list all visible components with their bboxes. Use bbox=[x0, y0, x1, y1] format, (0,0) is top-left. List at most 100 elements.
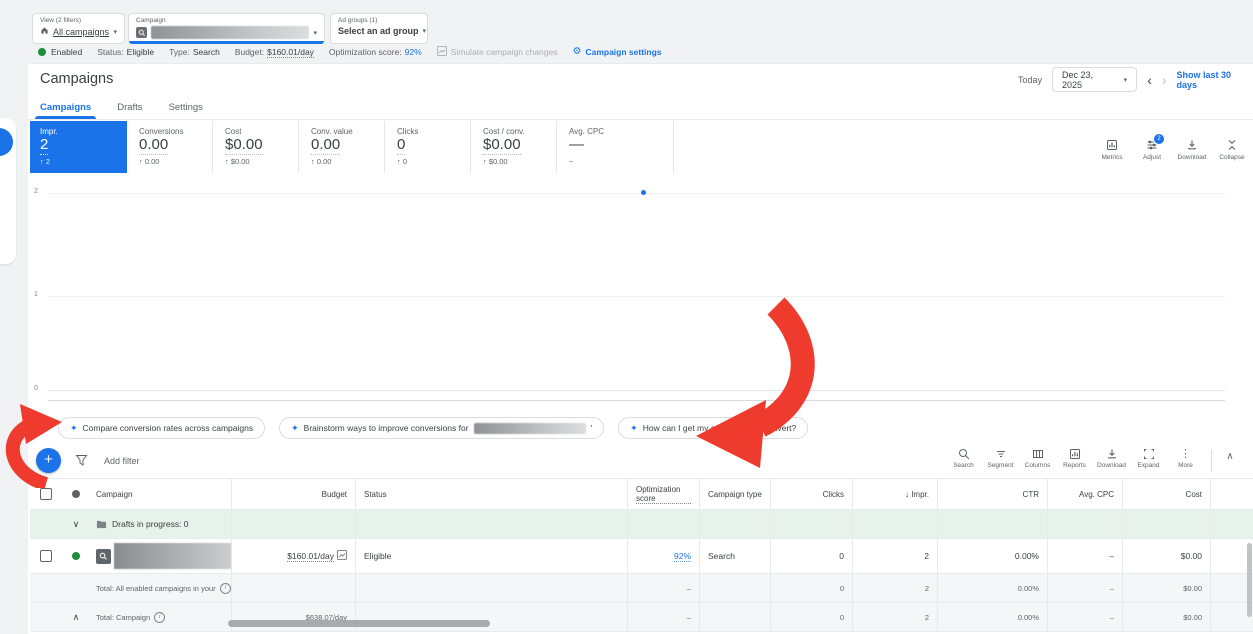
scorecard-value: — bbox=[569, 136, 584, 154]
info-icon[interactable]: i bbox=[154, 612, 165, 623]
chevron-up-icon[interactable]: ∧ bbox=[73, 612, 80, 623]
header-campaign-type[interactable]: Campaign type bbox=[699, 479, 770, 509]
select-all-checkbox[interactable] bbox=[40, 488, 52, 500]
chip-compare-conversion-rates[interactable]: ✦ Compare conversion rates across campai… bbox=[58, 417, 265, 439]
campaign-impressions-value: 2 bbox=[852, 539, 937, 573]
simulate-campaign-changes-button[interactable]: Simulate campaign changes bbox=[437, 46, 558, 58]
campaign-opt-score-link[interactable]: 92% bbox=[674, 551, 691, 562]
scorecard-value: 2 bbox=[40, 136, 48, 155]
enabled-status-dot bbox=[72, 552, 80, 560]
header-impressions-sorted[interactable]: ↓ Impr. bbox=[852, 479, 937, 509]
gear-icon: ⚙ bbox=[572, 47, 581, 57]
header-ctr[interactable]: CTR bbox=[937, 479, 1047, 509]
nav-accent-dot bbox=[0, 128, 13, 156]
segment-tool-button[interactable]: Segment bbox=[982, 448, 1019, 469]
add-filter-button[interactable]: Add filter bbox=[104, 456, 140, 466]
expand-icon bbox=[1130, 448, 1167, 460]
scorecard-label: Cost / conv. bbox=[483, 127, 544, 136]
collapse-chart-button[interactable]: Collapse bbox=[1214, 139, 1250, 161]
scorecard-impressions[interactable]: Impr. 2 ↑ 2 bbox=[30, 121, 127, 173]
header-optimization-score[interactable]: Optimization score bbox=[636, 485, 691, 504]
reports-tool-button[interactable]: Reports bbox=[1056, 448, 1093, 469]
campaign-settings-label: Campaign settings bbox=[585, 47, 661, 57]
tool-label: Reports bbox=[1056, 462, 1093, 469]
folder-icon bbox=[96, 519, 107, 530]
download-chart-button[interactable]: Download bbox=[1174, 139, 1210, 161]
collapsed-nav-panel[interactable] bbox=[0, 118, 16, 264]
info-icon[interactable]: i bbox=[220, 583, 231, 594]
scorecard-cost[interactable]: Cost $0.00 ↑ $0.00 bbox=[213, 121, 299, 173]
header-budget[interactable]: Budget bbox=[231, 479, 355, 509]
opt-score-value[interactable]: 92% bbox=[405, 47, 422, 57]
campaign-type-value: Search bbox=[699, 539, 770, 573]
tab-campaigns[interactable]: Campaigns bbox=[40, 102, 91, 119]
horizontal-scrollbar[interactable] bbox=[228, 620, 490, 627]
chevron-down-icon: ▾ bbox=[423, 27, 427, 35]
header-cost[interactable]: Cost bbox=[1122, 479, 1210, 509]
tool-label: More bbox=[1167, 462, 1204, 469]
header-status[interactable]: Status bbox=[355, 479, 627, 509]
active-selector-underline bbox=[129, 41, 324, 44]
next-date-button[interactable]: › bbox=[1162, 73, 1167, 87]
simulate-icon bbox=[437, 46, 447, 58]
total-campaign-avg-cpc: – bbox=[1047, 603, 1122, 631]
total-campaign-row: ∧ Total: Campaign i $638.07/day – 0 2 0.… bbox=[30, 603, 1253, 632]
adjust-button[interactable]: 2 Adjust bbox=[1134, 139, 1170, 161]
campaign-settings-button[interactable]: ⚙ Campaign settings bbox=[572, 47, 661, 57]
chevron-down-icon: ▾ bbox=[1124, 76, 1128, 84]
campaign-row[interactable]: $160.01/day Eligible 92% Search 0 2 0.00… bbox=[30, 539, 1253, 574]
type-label: Type: bbox=[169, 47, 190, 57]
total-enabled-cost: $0.00 bbox=[1122, 574, 1210, 602]
columns-tool-button[interactable]: Columns bbox=[1019, 448, 1056, 469]
header-campaign[interactable]: Campaign bbox=[90, 479, 231, 509]
chip-brainstorm-ways[interactable]: ✦ Brainstorm ways to improve conversions… bbox=[279, 417, 604, 439]
total-campaign-ctr: 0.00% bbox=[937, 603, 1047, 631]
simulate-label: Simulate campaign changes bbox=[451, 47, 558, 57]
status-filter-dot[interactable] bbox=[72, 490, 80, 498]
scorecard-clicks[interactable]: Clicks 0 ↑ 0 bbox=[385, 121, 471, 173]
enabled-label: Enabled bbox=[51, 47, 82, 57]
scorecard-avg-cpc[interactable]: Avg. CPC — – bbox=[557, 121, 674, 173]
header-clicks[interactable]: Clicks bbox=[770, 479, 852, 509]
impressions-data-point[interactable] bbox=[641, 190, 646, 195]
campaigns-tabs: Campaigns Drafts Settings bbox=[40, 102, 203, 119]
campaigns-table: Campaign Budget Status Optimization scor… bbox=[30, 479, 1253, 632]
scorecard-conversions[interactable]: Conversions 0.00 ↑ 0.00 bbox=[127, 121, 213, 173]
gridline bbox=[48, 296, 1225, 297]
drafts-in-progress-row[interactable]: ∨ Drafts in progress: 0 bbox=[30, 510, 1253, 539]
row-checkbox[interactable] bbox=[40, 550, 52, 562]
search-tool-button[interactable]: Search bbox=[945, 448, 982, 469]
date-picker[interactable]: Dec 23, 2025 ▾ bbox=[1052, 67, 1137, 92]
add-campaign-button[interactable]: + bbox=[36, 448, 61, 473]
campaign-type-icon bbox=[136, 27, 147, 38]
scorecard-cost-per-conv[interactable]: Cost / conv. $0.00 ↑ $0.00 bbox=[471, 121, 557, 173]
budget-value[interactable]: $160.01/day bbox=[267, 47, 314, 58]
sparkle-icon: ✦ bbox=[70, 423, 78, 434]
chevron-down-icon[interactable]: ∨ bbox=[73, 519, 80, 530]
collapse-toolbar-button[interactable]: ∧ bbox=[1219, 451, 1241, 462]
performance-chart: 2 1 0 bbox=[28, 173, 1253, 416]
tool-label: Segment bbox=[982, 462, 1019, 469]
more-tool-button[interactable]: ⋮ More bbox=[1167, 448, 1204, 469]
show-last-30-days-link[interactable]: Show last 30 days bbox=[1177, 70, 1253, 90]
scorecard-delta: ↑ 2 bbox=[40, 157, 115, 166]
redacted-campaign-name[interactable] bbox=[114, 543, 231, 569]
tabs-divider bbox=[28, 119, 1253, 120]
left-nav-strip bbox=[0, 0, 28, 634]
ad-group-selector-dropdown[interactable]: Ad groups (1) Select an ad group ▾ bbox=[330, 13, 428, 44]
view-filter-dropdown[interactable]: View (2 filters) All campaigns ▾ bbox=[32, 13, 125, 44]
previous-date-button[interactable]: ‹ bbox=[1147, 73, 1152, 87]
scorecard-value: $0.00 bbox=[483, 136, 521, 155]
expand-tool-button[interactable]: Expand bbox=[1130, 448, 1167, 469]
metrics-button[interactable]: Metrics bbox=[1094, 139, 1130, 161]
tab-drafts[interactable]: Drafts bbox=[117, 102, 142, 119]
vertical-scrollbar[interactable] bbox=[1247, 543, 1252, 617]
campaign-selector-dropdown[interactable]: Campaign ▾ bbox=[128, 13, 325, 44]
filter-funnel-icon[interactable] bbox=[75, 454, 88, 472]
scorecard-conv-value[interactable]: Conv. value 0.00 ↑ 0.00 bbox=[299, 121, 385, 173]
campaign-budget-value[interactable]: $160.01/day bbox=[287, 551, 334, 562]
tab-settings[interactable]: Settings bbox=[169, 102, 203, 119]
download-tool-button[interactable]: Download bbox=[1093, 448, 1130, 469]
chip-how-can-campaigns-convert[interactable]: ✦ How can I get my campaigns to convert? bbox=[618, 417, 808, 439]
header-avg-cpc[interactable]: Avg. CPC bbox=[1047, 479, 1122, 509]
